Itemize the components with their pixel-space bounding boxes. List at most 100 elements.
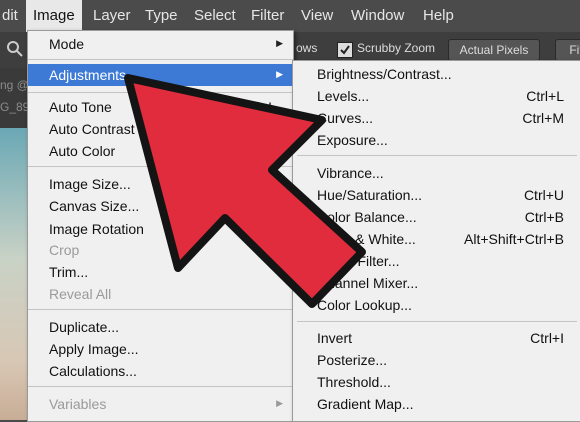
menu-item-label: Levels... xyxy=(317,88,370,104)
menu-item-label: Posterize... xyxy=(317,352,388,368)
menu-item-label: Image Rotation xyxy=(49,221,144,237)
menu-item-adjustments[interactable]: Adjustments ▶ xyxy=(28,64,293,86)
fit-screen-button[interactable]: Fit xyxy=(555,39,580,61)
menu-item-duplicate[interactable]: Duplicate... xyxy=(28,316,293,338)
menu-help[interactable]: Help xyxy=(416,0,461,32)
menu-item-shortcut: Ctrl+U xyxy=(523,187,564,203)
menu-select[interactable]: Select xyxy=(187,0,243,32)
menu-filter[interactable]: Filter xyxy=(244,0,291,32)
menu-item-apply-image[interactable]: Apply Image... xyxy=(28,338,293,360)
checkmark-icon xyxy=(340,45,350,55)
menu-item-levels[interactable]: Levels... Ctrl+L xyxy=(293,85,580,107)
menu-separator xyxy=(28,386,293,387)
menu-item-shortcut: Ctrl+L xyxy=(526,88,564,104)
menu-item-threshold[interactable]: Threshold... xyxy=(293,371,580,393)
menu-item-vibrance[interactable]: Vibrance... xyxy=(293,162,580,184)
menu-item-auto-tone[interactable]: Auto Tone Shift+Ctrl+L xyxy=(28,96,293,118)
menu-item-curves[interactable]: Curves... Ctrl+M xyxy=(293,107,580,129)
resize-windows-label: ows xyxy=(296,41,318,55)
menu-separator xyxy=(297,321,577,322)
menu-item-variables[interactable]: Variables ▶ xyxy=(28,393,293,415)
menu-item-posterize[interactable]: Posterize... xyxy=(293,349,580,371)
menu-item-label: Channel Mixer... xyxy=(317,275,419,291)
menu-item-shortcut: Shift+Ctrl+L xyxy=(202,99,276,115)
menu-item-crop[interactable]: Crop xyxy=(28,239,293,261)
menu-item-photo-filter[interactable]: Photo Filter... xyxy=(293,250,580,272)
menu-item-label: Threshold... xyxy=(317,374,391,390)
menu-item-shortcut: Ctrl+M xyxy=(522,110,564,126)
menu-item-channel-mixer[interactable]: Channel Mixer... xyxy=(293,272,580,294)
menu-item-reveal-all[interactable]: Reveal All xyxy=(28,283,293,305)
menu-item-label: Variables xyxy=(49,396,107,412)
menu-item-label: Auto Color xyxy=(49,143,116,159)
submenu-arrow-icon: ▶ xyxy=(276,398,283,408)
menu-item-label: Calculations... xyxy=(49,363,137,379)
scrubby-zoom-label: Scrubby Zoom xyxy=(357,41,436,55)
menu-item-color-lookup[interactable]: Color Lookup... xyxy=(293,294,580,316)
menu-view[interactable]: View xyxy=(294,0,340,32)
menu-item-label: Gradient Map... xyxy=(317,396,414,412)
menu-item-invert[interactable]: Invert Ctrl+I xyxy=(293,327,580,349)
zoom-tool-icon[interactable] xyxy=(6,40,24,63)
menu-item-label: Color Lookup... xyxy=(317,297,412,313)
menu-item-label: Duplicate... xyxy=(49,319,120,335)
menu-item-auto-contrast[interactable]: Auto Contrast xyxy=(28,118,293,140)
menu-item-label: Exposure... xyxy=(317,132,388,148)
menu-separator xyxy=(28,166,293,167)
menu-image[interactable]: Image xyxy=(26,0,82,32)
menu-item-canvas-size[interactable]: Canvas Size... xyxy=(28,195,293,217)
menu-item-auto-color[interactable]: Auto Color xyxy=(28,140,293,162)
menu-separator xyxy=(28,309,293,310)
document-tab-title: ng @ xyxy=(0,78,29,92)
submenu-arrow-icon: ▶ xyxy=(276,38,283,48)
image-menu: Mode ▶ Adjustments ▶ Auto Tone Shift+Ctr… xyxy=(27,30,294,422)
adjustments-submenu: Brightness/Contrast... Levels... Ctrl+L … xyxy=(292,60,580,422)
actual-pixels-button[interactable]: Actual Pixels xyxy=(448,39,540,61)
menu-item-exposure[interactable]: Exposure... xyxy=(293,129,580,151)
menu-item-calculations[interactable]: Calculations... xyxy=(28,360,293,382)
document-tab[interactable]: ng @ G_89 xyxy=(0,68,30,128)
menu-item-label: Apply Image... xyxy=(49,341,139,357)
menu-item-label: Auto Contrast xyxy=(49,121,135,137)
menu-item-label: Color Balance... xyxy=(317,209,417,225)
menu-item-label: Hue/Saturation... xyxy=(317,187,423,203)
menu-bar: dit Image Layer Type Select Filter View … xyxy=(0,0,580,32)
menu-window[interactable]: Window xyxy=(344,0,411,32)
menu-item-image-rotation[interactable]: Image Rotation xyxy=(28,218,293,240)
menu-item-label: Adjustments xyxy=(49,67,127,83)
menu-item-image-size[interactable]: Image Size... xyxy=(28,173,293,195)
menu-item-label: Brightness/Contrast... xyxy=(317,66,452,82)
menu-item-label: Invert xyxy=(317,330,353,346)
menu-item-color-balance[interactable]: Color Balance... Ctrl+B xyxy=(293,206,580,228)
menu-item-label: Crop xyxy=(49,242,80,258)
menu-item-gradient-map[interactable]: Gradient Map... xyxy=(293,393,580,415)
menu-item-label: Photo Filter... xyxy=(317,253,400,269)
menu-item-label: Black & White... xyxy=(317,231,416,247)
menu-item-hue-saturation[interactable]: Hue/Saturation... Ctrl+U xyxy=(293,184,580,206)
menu-item-shortcut: Alt+Shift+Ctrl+B xyxy=(464,231,564,247)
menu-item-label: Canvas Size... xyxy=(49,198,140,214)
menu-item-label: Reveal All xyxy=(49,286,112,302)
menu-item-label: Image Size... xyxy=(49,176,131,192)
menu-edit[interactable]: dit xyxy=(0,0,25,32)
menu-item-shortcut: Ctrl+B xyxy=(524,209,564,225)
menu-item-label: Mode xyxy=(49,36,85,52)
menu-item-trim[interactable]: Trim... xyxy=(28,261,293,283)
document-tab-filename: G_89 xyxy=(0,100,30,114)
menu-item-label: Curves... xyxy=(317,110,374,126)
menu-item-black-white[interactable]: Black & White... Alt+Shift+Ctrl+B xyxy=(293,228,580,250)
menu-item-label: Auto Tone xyxy=(49,99,112,115)
menu-layer[interactable]: Layer xyxy=(86,0,138,32)
menu-separator xyxy=(28,59,293,60)
menu-item-label: Vibrance... xyxy=(317,165,384,181)
menu-separator xyxy=(297,155,577,156)
menu-item-mode[interactable]: Mode ▶ xyxy=(28,33,293,55)
menu-separator xyxy=(28,92,293,93)
submenu-arrow-icon: ▶ xyxy=(276,69,283,79)
scrubby-zoom-checkbox[interactable] xyxy=(337,42,353,58)
menu-type[interactable]: Type xyxy=(138,0,185,32)
image-canvas[interactable] xyxy=(0,128,30,420)
menu-item-shortcut: Ctrl+I xyxy=(530,330,564,346)
menu-item-label: Trim... xyxy=(49,264,89,280)
menu-item-brightness-contrast[interactable]: Brightness/Contrast... xyxy=(293,63,580,85)
